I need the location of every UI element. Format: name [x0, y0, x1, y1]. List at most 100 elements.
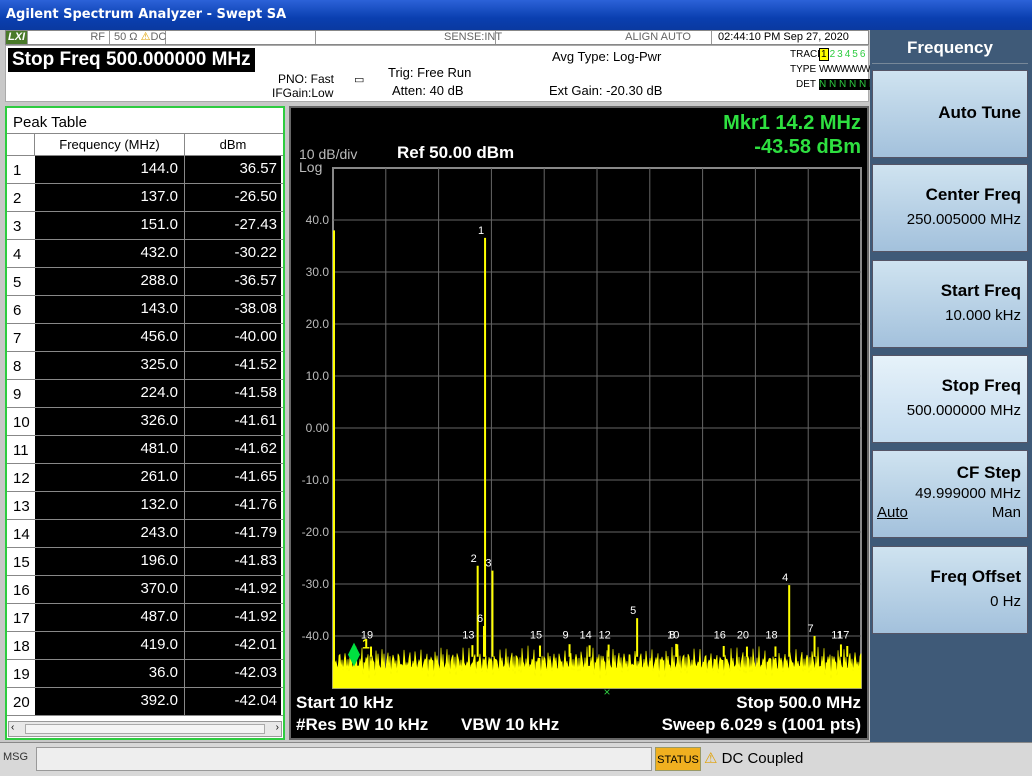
freq-offset-label: Freq Offset	[930, 567, 1021, 586]
table-row[interactable]: 15 196.0 -41.83	[7, 548, 283, 576]
table-row[interactable]: 20 392.0 -42.04	[7, 688, 283, 716]
table-row[interactable]: 8 325.0 -41.52	[7, 352, 283, 380]
row-number: 12	[7, 464, 35, 491]
scroll-left-icon[interactable]: ‹	[11, 722, 14, 733]
y-tick-label: 0.00	[306, 421, 330, 435]
video-bandwidth: VBW 10 kHz	[461, 715, 560, 734]
active-function-readout[interactable]: Stop Freq 500.000000 MHz	[8, 48, 255, 72]
peak-label: 16	[714, 630, 726, 642]
peak-label: 12	[598, 630, 610, 642]
peak-label: 5	[630, 605, 636, 617]
peak-frequency: 487.0	[35, 604, 185, 631]
peak-amplitude: -30.22	[185, 240, 281, 267]
table-row[interactable]: 2 137.0 -26.50	[7, 184, 283, 212]
cf-step-man-option[interactable]: Man	[992, 504, 1021, 521]
table-row[interactable]: 4 432.0 -30.22	[7, 240, 283, 268]
align-label: ALIGN AUTO	[496, 31, 712, 44]
peak-table-panel: Peak Table Frequency (MHz) dBm 1 144.0 36.…	[5, 106, 285, 740]
ext-gain-label: Ext Gain: -20.30 dB	[549, 83, 663, 98]
stop-freq-button[interactable]: Stop Freq 500.000000 MHz	[872, 355, 1028, 443]
center-freq-value: 250.005000 MHz	[906, 211, 1021, 228]
spectrum-plot[interactable]: 40.0 30.0 20.0 10.0 0.00 -10.0 -20.0 -30.0 -40.0…	[291, 108, 867, 738]
y-tick-label: 20.0	[306, 317, 330, 331]
freq-offset-button[interactable]: Freq Offset 0 Hz	[872, 546, 1028, 634]
table-row[interactable]: 3 151.0 -27.43	[7, 212, 283, 240]
peak-amplitude: -38.08	[185, 296, 281, 323]
table-row[interactable]: 6 143.0 -38.08	[7, 296, 283, 324]
peak-table-rows: 1 144.0 36.57 2 137.0 -26.50 3 151.0 -27.43 4 432.…	[7, 156, 283, 716]
datetime: 02:44:10 PM Sep 27, 2020	[718, 31, 849, 43]
resolution-bandwidth: #Res BW 10 kHz	[296, 715, 429, 734]
trace-type-det-grid: TRACE1 2 3 4 5 6 TYPE WWWWWW DET N N N N N N	[790, 48, 877, 94]
center-freq-button[interactable]: Center Freq 250.005000 MHz	[872, 164, 1028, 252]
peak-label: 10	[667, 630, 679, 642]
table-row[interactable]: 18 419.0 -42.01	[7, 632, 283, 660]
row-number: 18	[7, 632, 35, 659]
status-button[interactable]: STATUS	[655, 747, 701, 771]
dc-coupled-label: DC Coupled	[721, 750, 804, 767]
peak-frequency: 325.0	[35, 352, 185, 379]
table-row[interactable]: 17 487.0 -41.92	[7, 604, 283, 632]
trigger-label: Trig: Free Run	[388, 65, 472, 80]
y-tick-label: 40.0	[306, 213, 330, 227]
peak-amplitude: -41.92	[185, 576, 281, 603]
table-row[interactable]: 9 224.0 -41.58	[7, 380, 283, 408]
peak-amplitude: -41.61	[185, 408, 281, 435]
peak-frequency: 137.0	[35, 184, 185, 211]
cf-step-auto-option[interactable]: Auto	[877, 504, 908, 521]
peak-frequency: 132.0	[35, 492, 185, 519]
cf-step-value: 49.999000 MHz	[915, 485, 1021, 502]
row-number: 5	[7, 268, 35, 295]
peak-frequency: 36.0	[35, 660, 185, 687]
peak-label: 3	[485, 558, 491, 570]
status-strip: LXI RF 50 Ω ⚠DC SENSE:INT ALIGN AUTO 02:…	[5, 30, 869, 45]
cf-step-label: CF Step	[956, 463, 1021, 482]
trace-number[interactable]: 2	[829, 49, 837, 60]
peak-label: 7	[807, 623, 813, 635]
start-freq-button[interactable]: Start Freq 10.000 kHz	[872, 260, 1028, 348]
peak-amplitude: -42.04	[185, 688, 281, 715]
trace-number[interactable]: 5	[851, 49, 859, 60]
trace-number[interactable]: 6	[859, 49, 867, 60]
peak-label: 13	[462, 630, 474, 642]
start-frequency: Start 10 kHz	[296, 693, 394, 712]
table-row[interactable]: 19 36.0 -42.03	[7, 660, 283, 688]
table-row[interactable]: 11 481.0 -41.62	[7, 436, 283, 464]
table-row[interactable]: 5 288.0 -36.57	[7, 268, 283, 296]
table-row[interactable]: 1 144.0 36.57	[7, 156, 283, 184]
sense-label: SENSE:INT	[316, 31, 502, 44]
avg-type-label: Avg Type: Log-Pwr	[552, 49, 662, 64]
frequency-column-header: Frequency (MHz)	[35, 134, 185, 155]
table-row[interactable]: 13 132.0 -41.76	[7, 492, 283, 520]
y-tick-label: -30.0	[302, 577, 330, 591]
row-number: 7	[7, 324, 35, 351]
row-number: 19	[7, 660, 35, 687]
table-row[interactable]: 10 326.0 -41.61	[7, 408, 283, 436]
cf-step-button[interactable]: CF Step 49.999000 MHz Auto Man	[872, 450, 1028, 538]
auto-tune-button[interactable]: Auto Tune	[872, 70, 1028, 158]
trace-number[interactable]: 1	[819, 48, 829, 61]
table-row[interactable]: 16 370.0 -41.92	[7, 576, 283, 604]
peak-table-header: Frequency (MHz) dBm	[7, 134, 283, 156]
atten-label: Atten: 40 dB	[392, 83, 464, 98]
start-freq-value: 10.000 kHz	[945, 307, 1021, 324]
row-number: 17	[7, 604, 35, 631]
peak-frequency: 224.0	[35, 380, 185, 407]
table-row[interactable]: 12 261.0 -41.65	[7, 464, 283, 492]
lxi-logo: LXI	[6, 31, 28, 44]
warning-icon: ⚠	[140, 31, 151, 43]
rf-input-label: RF	[28, 31, 110, 44]
trace-numbers[interactable]: 123456	[819, 48, 866, 61]
trace-number[interactable]: 3	[836, 49, 844, 60]
message-field	[36, 747, 652, 771]
peak-label: 17	[837, 630, 849, 642]
scroll-right-icon[interactable]: ›	[276, 722, 279, 733]
y-tick-label: 30.0	[306, 265, 330, 279]
horizontal-scrollbar[interactable]: ‹ ›	[8, 721, 282, 737]
softkey-menu-title: Frequency	[872, 32, 1028, 64]
freq-offset-value: 0 Hz	[990, 593, 1021, 610]
row-number: 1	[7, 156, 35, 183]
scroll-thumb[interactable]	[25, 724, 265, 734]
table-row[interactable]: 14 243.0 -41.79	[7, 520, 283, 548]
table-row[interactable]: 7 456.0 -40.00	[7, 324, 283, 352]
